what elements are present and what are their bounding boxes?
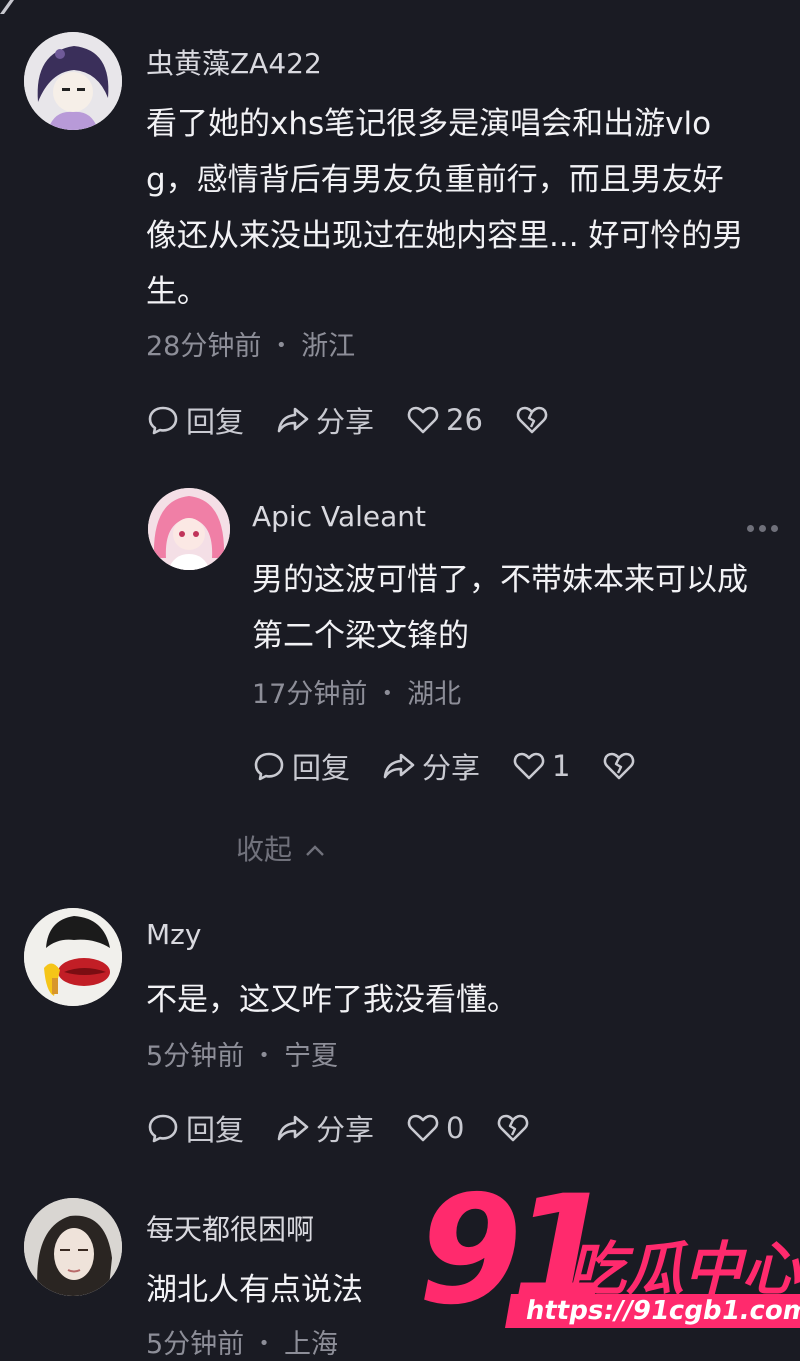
share-button[interactable]: 分享: [382, 745, 480, 787]
heart-icon: [407, 1114, 439, 1142]
location: 湖北: [407, 679, 462, 710]
share-label: 分享: [316, 405, 375, 439]
comment-meta: 28分钟前 • 浙江: [146, 324, 355, 363]
comment-meta: 5分钟前 • 宁夏: [146, 1034, 338, 1073]
comment-actions: 回复 分享 0: [146, 1108, 562, 1148]
share-button[interactable]: 分享: [276, 1107, 374, 1149]
speech-bubble-icon: [148, 406, 178, 435]
avatar[interactable]: [148, 488, 230, 570]
comment-meta: 17分钟前 • 湖北: [252, 672, 461, 711]
comment-text-line: 生。: [146, 274, 208, 310]
username[interactable]: Mzy: [146, 918, 201, 951]
separator: •: [275, 335, 287, 356]
comment-text-line: 第二个梁文锋的: [252, 618, 469, 654]
corner-decoration: [0, 0, 14, 14]
location: 上海: [284, 1329, 338, 1360]
like-count: 1: [552, 749, 571, 783]
like-count: 0: [446, 1111, 465, 1145]
share-arrow-icon: [277, 1115, 309, 1141]
broken-heart-icon: [516, 406, 548, 434]
broken-heart-icon: [604, 752, 635, 780]
separator: •: [381, 683, 393, 704]
separator: •: [258, 1045, 270, 1066]
comment-text-line: 不是，这又咋了我没看懂。: [146, 982, 518, 1018]
comment-text-line: 湖北人有点说法: [146, 1272, 363, 1308]
timestamp: 5分钟前: [146, 1329, 245, 1360]
dot: [747, 525, 754, 532]
share-label: 分享: [316, 1113, 375, 1147]
chevron-up-icon: [306, 845, 324, 856]
share-label: 分享: [422, 751, 481, 785]
comment-text: 不是，这又咋了我没看懂。: [146, 972, 518, 1028]
dot: [759, 525, 766, 532]
comment-actions: 回复 分享 26: [146, 400, 581, 440]
comment-text-line: g，感情背后有男友负重前行，而且男友好: [146, 162, 724, 198]
timestamp: 28分钟前: [146, 331, 262, 362]
heart-icon: [407, 406, 439, 434]
location: 浙江: [301, 331, 356, 362]
avatar[interactable]: [24, 908, 122, 1006]
username[interactable]: 虫黄藻ZA422: [146, 42, 322, 82]
comment-text-line: 看了她的xhs笔记很多是演唱会和出游vlo: [146, 106, 712, 142]
collapse-replies-button[interactable]: 收起: [236, 828, 327, 868]
comment-actions: 回复 分享 1: [252, 746, 668, 786]
timestamp: 17分钟前: [252, 679, 368, 710]
watermark-url: https://91cgb1.com: [505, 1294, 800, 1328]
location: 宁夏: [284, 1041, 338, 1072]
username[interactable]: Apic Valeant: [252, 500, 426, 533]
timestamp: 5分钟前: [146, 1041, 245, 1072]
broken-heart-icon: [498, 1114, 529, 1142]
dot: [771, 525, 778, 532]
reply-button[interactable]: 回复: [146, 399, 244, 441]
separator: •: [258, 1333, 270, 1354]
collapse-label: 收起: [236, 833, 293, 866]
comment-text: 湖北人有点说法: [146, 1262, 363, 1318]
like-button[interactable]: 1: [512, 749, 570, 783]
comment-meta: 5分钟前 • 上海: [146, 1322, 338, 1361]
heart-icon: [513, 752, 545, 780]
username[interactable]: 每天都很困啊: [146, 1208, 314, 1248]
reply-label: 回复: [186, 405, 245, 439]
share-arrow-icon: [383, 753, 415, 779]
reply-label: 回复: [292, 751, 351, 785]
dislike-button[interactable]: [515, 403, 549, 437]
speech-bubble-icon: [148, 1114, 178, 1143]
comment-text-line: 男的这波可惜了，不带妹本来可以成: [252, 562, 748, 598]
like-count: 26: [446, 403, 483, 437]
like-button[interactable]: 0: [406, 1111, 464, 1145]
avatar[interactable]: [24, 32, 122, 130]
comment-text-line: 像还从来没出现过在她内容里... 好可怜的男: [146, 218, 744, 254]
share-arrow-icon: [277, 407, 309, 433]
dislike-button[interactable]: [602, 749, 636, 783]
reply-button[interactable]: 回复: [146, 1107, 244, 1149]
watermark-logo: 91 吃瓜中心 https://91cgb1.com: [418, 1176, 800, 1340]
avatar[interactable]: [24, 1198, 122, 1296]
like-button[interactable]: 26: [406, 403, 483, 437]
comment-text: 男的这波可惜了，不带妹本来可以成 第二个梁文锋的: [252, 552, 748, 664]
more-dots-icon[interactable]: [747, 525, 778, 532]
share-button[interactable]: 分享: [276, 399, 374, 441]
comment-text: 看了她的xhs笔记很多是演唱会和出游vlo g，感情背后有男友负重前行，而且男友…: [146, 96, 743, 320]
reply-label: 回复: [186, 1113, 245, 1147]
reply-button[interactable]: 回复: [252, 745, 350, 787]
speech-bubble-icon: [254, 752, 284, 781]
dislike-button[interactable]: [496, 1111, 530, 1145]
